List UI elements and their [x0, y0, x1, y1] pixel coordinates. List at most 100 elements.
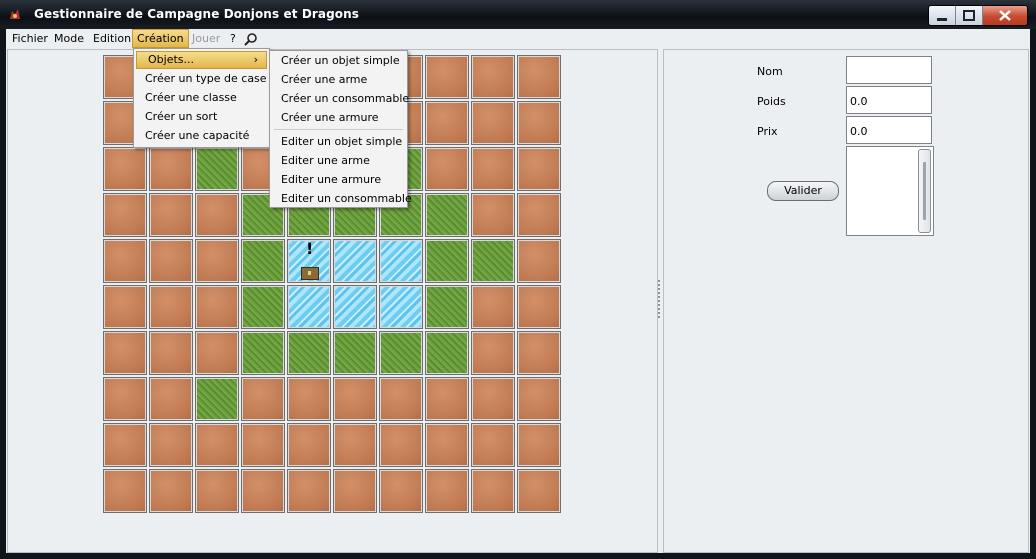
menu-creation[interactable]: Création: [132, 29, 189, 48]
map-tile-dirt[interactable]: [425, 101, 469, 145]
map-tile-dirt[interactable]: [425, 377, 469, 421]
scrollbar-thumb[interactable]: [923, 162, 926, 220]
map-tile-dirt[interactable]: [103, 331, 147, 375]
map-tile-dirt[interactable]: [517, 285, 561, 329]
map-tile-dirt[interactable]: [517, 469, 561, 513]
close-button[interactable]: [982, 6, 1027, 25]
map-tile-dirt[interactable]: [517, 193, 561, 237]
menu-fichier[interactable]: Fichier: [8, 31, 52, 46]
map-tile-grass[interactable]: [241, 285, 285, 329]
map-tile-dirt[interactable]: [149, 239, 193, 283]
map-tile-dirt[interactable]: [333, 469, 377, 513]
map-tile-dirt[interactable]: [471, 423, 515, 467]
map-tile-dirt[interactable]: [333, 377, 377, 421]
map-tile-grass[interactable]: [379, 331, 423, 375]
menu-item-creer-arme[interactable]: Créer une arme: [270, 70, 407, 89]
map-tile-dirt[interactable]: [149, 377, 193, 421]
description-textarea[interactable]: [846, 146, 934, 236]
map-tile-grass[interactable]: [471, 239, 515, 283]
map-tile-grass[interactable]: [333, 331, 377, 375]
menu-item-editer-armure[interactable]: Editer une armure: [270, 170, 407, 189]
map-tile-dirt[interactable]: [379, 423, 423, 467]
menu-edition[interactable]: Edition: [89, 31, 135, 46]
nom-field[interactable]: [846, 56, 932, 84]
poids-field[interactable]: 0.0: [846, 86, 932, 114]
menu-item-editer-arme[interactable]: Editer une arme: [270, 151, 407, 170]
map-tile-dirt[interactable]: [149, 147, 193, 191]
menu-item-creer-armure[interactable]: Créer une armure: [270, 108, 407, 127]
map-tile-water[interactable]: !: [287, 239, 331, 283]
menu-item-creer-consommable[interactable]: Créer un consommable: [270, 89, 409, 108]
map-tile-dirt[interactable]: [195, 285, 239, 329]
map-tile-dirt[interactable]: [379, 469, 423, 513]
map-tile-dirt[interactable]: [195, 423, 239, 467]
map-tile-grass[interactable]: [241, 331, 285, 375]
map-tile-grass[interactable]: [195, 377, 239, 421]
menu-help[interactable]: ?: [226, 31, 240, 46]
map-tile-dirt[interactable]: [517, 377, 561, 421]
map-tile-dirt[interactable]: [379, 377, 423, 421]
map-tile-grass[interactable]: [425, 285, 469, 329]
map-tile-dirt[interactable]: [517, 55, 561, 99]
map-tile-water[interactable]: [333, 239, 377, 283]
menu-item-editer-consommable[interactable]: Editer un consommable: [270, 189, 412, 208]
map-tile-water[interactable]: [333, 285, 377, 329]
menu-item-creer-capacite[interactable]: Créer une capacité: [134, 126, 269, 145]
map-tile-dirt[interactable]: [517, 147, 561, 191]
map-tile-dirt[interactable]: [471, 147, 515, 191]
map-tile-dirt[interactable]: [103, 147, 147, 191]
map-tile-dirt[interactable]: [103, 239, 147, 283]
menu-item-creer-objet-simple[interactable]: Créer un objet simple: [270, 51, 407, 70]
maximize-button[interactable]: [955, 6, 982, 25]
map-tile-dirt[interactable]: [149, 193, 193, 237]
map-tile-grass[interactable]: [287, 331, 331, 375]
map-tile-dirt[interactable]: [195, 331, 239, 375]
map-tile-dirt[interactable]: [103, 285, 147, 329]
map-tile-dirt[interactable]: [287, 423, 331, 467]
map-tile-dirt[interactable]: [103, 469, 147, 513]
map-tile-dirt[interactable]: [471, 101, 515, 145]
menu-item-creer-classe[interactable]: Créer une classe: [134, 88, 269, 107]
map-tile-dirt[interactable]: [471, 55, 515, 99]
menu-item-editer-objet-simple[interactable]: Editer un objet simple: [270, 132, 407, 151]
map-tile-dirt[interactable]: [149, 331, 193, 375]
search-icon[interactable]: [244, 32, 258, 46]
map-tile-dirt[interactable]: [287, 469, 331, 513]
map-tile-dirt[interactable]: [149, 423, 193, 467]
map-tile-dirt[interactable]: [471, 285, 515, 329]
textarea-scrollbar[interactable]: [918, 149, 931, 233]
prix-field[interactable]: 0.0: [846, 116, 932, 144]
map-tile-dirt[interactable]: [287, 377, 331, 421]
map-tile-grass[interactable]: [241, 239, 285, 283]
menu-jouer[interactable]: Jouer: [188, 31, 224, 46]
map-tile-dirt[interactable]: [471, 193, 515, 237]
map-tile-grass[interactable]: [425, 239, 469, 283]
map-tile-water[interactable]: [379, 285, 423, 329]
valider-button[interactable]: Valider: [767, 181, 839, 201]
map-tile-dirt[interactable]: [103, 193, 147, 237]
map-tile-dirt[interactable]: [241, 423, 285, 467]
map-tile-dirt[interactable]: [471, 377, 515, 421]
map-tile-dirt[interactable]: [149, 469, 193, 513]
map-tile-dirt[interactable]: [425, 423, 469, 467]
menu-mode[interactable]: Mode: [50, 31, 88, 46]
map-tile-dirt[interactable]: [241, 469, 285, 513]
map-tile-dirt[interactable]: [517, 239, 561, 283]
minimize-button[interactable]: [929, 6, 955, 25]
map-tile-dirt[interactable]: [195, 193, 239, 237]
map-tile-dirt[interactable]: [425, 147, 469, 191]
map-tile-dirt[interactable]: [517, 423, 561, 467]
map-tile-dirt[interactable]: [195, 239, 239, 283]
map-tile-dirt[interactable]: [241, 377, 285, 421]
map-tile-grass[interactable]: [195, 147, 239, 191]
map-tile-dirt[interactable]: [149, 285, 193, 329]
map-tile-dirt[interactable]: [471, 331, 515, 375]
map-tile-dirt[interactable]: [103, 377, 147, 421]
map-tile-dirt[interactable]: [517, 101, 561, 145]
menu-item-creer-type-case[interactable]: Créer un type de case: [134, 69, 269, 88]
map-tile-dirt[interactable]: [103, 423, 147, 467]
split-pane-divider[interactable]: [658, 280, 660, 320]
map-tile-dirt[interactable]: [425, 55, 469, 99]
map-tile-water[interactable]: [379, 239, 423, 283]
map-tile-grass[interactable]: [425, 193, 469, 237]
